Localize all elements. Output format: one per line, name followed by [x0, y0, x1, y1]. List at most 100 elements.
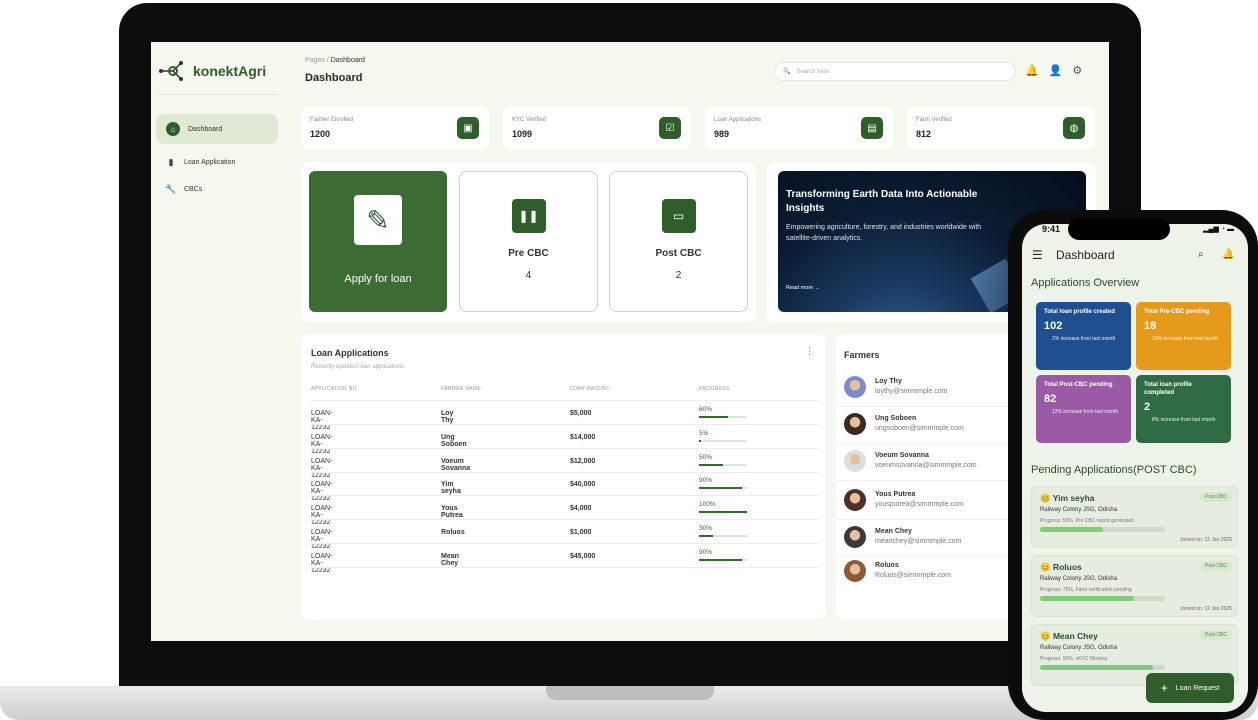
logo-icon	[159, 61, 183, 81]
banner-subtitle: Empowering agriculture, forestry, and in…	[786, 224, 982, 242]
row-divider	[311, 424, 819, 425]
tile-title: Total loan profile completed	[1144, 382, 1192, 396]
globe-icon: ◍	[1063, 117, 1085, 139]
apply-for-loan-button[interactable]: ✎ Apply for loan	[309, 171, 447, 312]
progress-fill	[699, 558, 743, 561]
search-placeholder: Search here	[796, 68, 830, 75]
tile-value: 2	[1144, 401, 1151, 413]
gear-icon[interactable]: ⚙	[1072, 64, 1082, 77]
tile-desc: 2% increase from last month	[1052, 336, 1116, 342]
header-icons: 🔔 👤 ⚙	[1025, 64, 1082, 77]
app-logo[interactable]: konektAgri	[159, 60, 266, 82]
pending-progress-text: Progress: 50%, Pre CBC report generated	[1040, 518, 1134, 524]
loan-amount: $12,000	[570, 457, 596, 465]
application-number: LOAN-KA-12232	[311, 505, 333, 527]
farmer-email: Roluos@simmmple.com	[875, 572, 951, 579]
dynamic-island	[1068, 218, 1170, 240]
wrench-icon: 🔧	[165, 183, 177, 194]
search-icon[interactable]: ⌕	[1198, 249, 1204, 260]
pending-address: Railway Colony JSG, Odisha	[1040, 576, 1118, 582]
pending-card[interactable]: 😊 Yim seyha Post CBC Railway Colony JSG, O…	[1031, 486, 1238, 548]
breadcrumb-root[interactable]: Pages	[305, 57, 325, 64]
pending-progress-text: Progress: 75%, Farm verification pending	[1040, 587, 1132, 593]
status-badge: Post CBC	[1200, 630, 1232, 640]
loan-amount: $1,000	[570, 529, 592, 536]
sidebar-item-loan-application[interactable]: ▮ Loan Application	[156, 147, 278, 177]
sidebar-item-cbcs[interactable]: 🔧 CBCs	[156, 174, 278, 204]
farmer-email: yousputrea@simmmple.com	[875, 501, 964, 508]
pending-joined: Joined on: 12 Jan 2025	[1180, 606, 1232, 612]
farmer-email: ungsoboen@simmmple.com	[875, 425, 964, 432]
progress-text: 50%	[699, 453, 713, 461]
pre-cbc-card[interactable]: ❚❚ Pre CBC 4	[459, 171, 598, 312]
progress-fill	[699, 416, 728, 418]
banner-title: Transforming Earth Data Into Actionable …	[786, 189, 978, 214]
sidebar-item-dashboard[interactable]: ⌂ Dashboard	[156, 114, 278, 144]
progress-bar	[699, 558, 747, 561]
hamburger-menu-icon[interactable]: ☰	[1032, 248, 1043, 262]
application-number: LOAN-KA-12232	[311, 410, 333, 431]
pending-name-text: Mean Chey	[1052, 631, 1098, 641]
stat-card-farm-verified: Farm Verified 812 ◍	[907, 106, 1095, 150]
tile-desc: 12% increase from last month	[1052, 409, 1119, 415]
stat-label: Loan Applications	[714, 117, 762, 123]
read-more-link[interactable]: Read more →	[786, 285, 820, 291]
user-icon[interactable]: 👤	[1049, 64, 1063, 77]
tile-title: Total loan profile created	[1044, 309, 1115, 315]
search-input[interactable]: 🔍 Search here	[774, 62, 1016, 81]
pending-name: 😊 Mean Chey	[1040, 631, 1098, 642]
pending-progress-bar	[1040, 596, 1165, 601]
desktop-screen: konektAgri ⌂ Dashboard ▮ Loan Applicatio…	[151, 42, 1109, 641]
app-name: konektAgri	[193, 63, 267, 79]
application-number: LOAN-KA-12232	[311, 481, 333, 503]
smile-icon: 😊	[1040, 562, 1053, 572]
farmer-name: Ung Soboen	[875, 415, 917, 422]
more-options-icon[interactable]: ⋮	[805, 346, 814, 357]
id-card-icon: ▣	[457, 117, 479, 139]
stat-value: 812	[916, 129, 932, 139]
row-divider	[311, 519, 819, 521]
phone-time: 9:41	[1042, 224, 1061, 234]
farmer-name: Voeum Sovanna	[441, 457, 471, 472]
avatar	[844, 450, 866, 472]
overview-tile[interactable]: Total Post-CBC pending 82 12% increase fro…	[1036, 375, 1131, 443]
bell-icon[interactable]: 🔔	[1222, 249, 1234, 260]
pending-name-text: Yim seyha	[1052, 493, 1095, 503]
farmer-name: Yous Putrea	[441, 505, 463, 520]
pending-card[interactable]: 😊 Roluos Post CBC Railway Colony JSG, Odis…	[1031, 555, 1238, 617]
sidebar: konektAgri ⌂ Dashboard ▮ Loan Applicatio…	[151, 42, 286, 641]
pause-icon: ❚❚	[511, 199, 546, 233]
breadcrumb: Pages / Dashboard	[305, 57, 365, 64]
application-number: LOAN-KA-12232	[311, 529, 333, 550]
pending-address: Railway Colony JSG, Odisha	[1040, 507, 1118, 513]
row-divider	[311, 447, 819, 449]
overview-tile[interactable]: Total loan profile created 102 2% increase…	[1036, 302, 1131, 370]
column-header: PROGRESS	[699, 386, 730, 392]
farmer-name: Yous Putrea	[875, 491, 916, 498]
farmer-name: Loy Thy	[875, 378, 902, 385]
avatar	[844, 413, 866, 435]
farmer-name: Yim seyha	[441, 481, 461, 496]
loan-request-button[interactable]: + Loan Request	[1146, 673, 1234, 703]
overview-tile[interactable]: Total Pre-CBC pending 18 10% increase from…	[1136, 302, 1231, 370]
application-number: LOAN-KA-12232	[311, 433, 333, 455]
bell-icon[interactable]: 🔔	[1025, 64, 1039, 77]
stat-label: Farmer Enrolled	[310, 117, 354, 123]
loan-request-label: Loan Request	[1175, 684, 1220, 692]
tile-title: Total Pre-CBC pending	[1144, 309, 1210, 315]
farmer-email: loythy@simmmple.com	[875, 388, 948, 395]
tile-title: Total Post-CBC pending	[1044, 382, 1113, 388]
farmer-name: Loy Thy	[441, 410, 454, 424]
row-divider	[311, 566, 819, 568]
progress-fill	[699, 535, 714, 537]
loans-subtitle: Recently updated loan applications	[311, 364, 405, 370]
overview-tile[interactable]: Total loan profile completed 2 8% increase…	[1136, 375, 1231, 443]
farmer-name: Roluos	[875, 562, 899, 569]
status-badge: Post CBC	[1200, 561, 1232, 571]
post-cbc-card[interactable]: ▭ Post CBC 2	[609, 171, 748, 312]
stat-value: 1200	[310, 129, 331, 139]
post-cbc-count: 2	[675, 270, 682, 281]
application-number: LOAN-KA-12232	[311, 552, 333, 574]
stat-value: 1099	[512, 129, 533, 139]
progress-fill	[699, 463, 723, 466]
